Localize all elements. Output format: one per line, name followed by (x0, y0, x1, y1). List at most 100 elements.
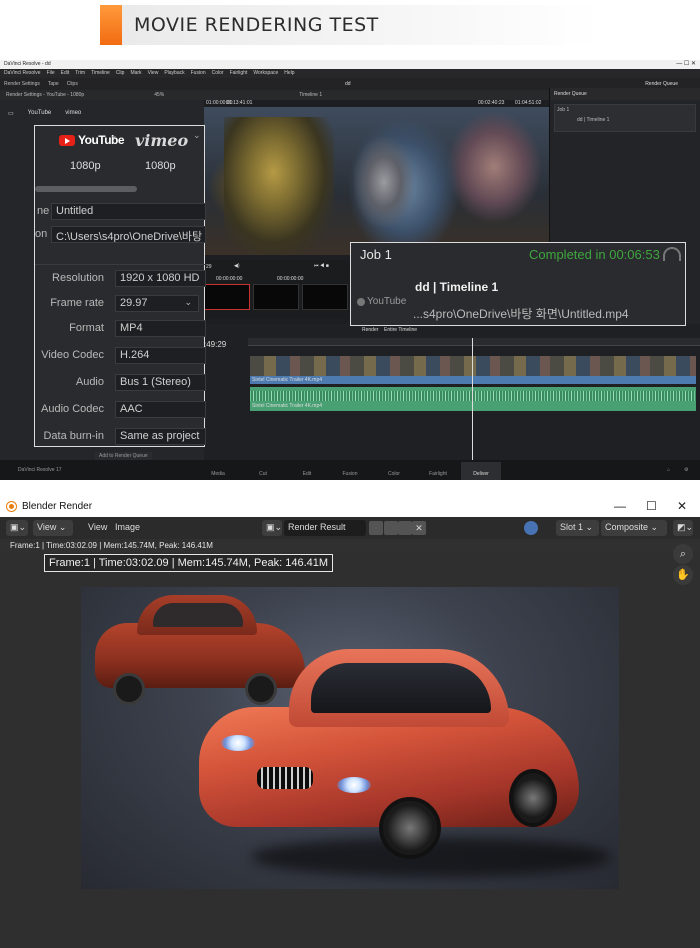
window-title: Blender Render (22, 501, 93, 512)
display-channels-icon[interactable] (524, 521, 538, 535)
chevron-down-icon[interactable]: ⌄ (193, 130, 201, 141)
transport-timecode: 29 (206, 264, 212, 270)
settings-icon[interactable]: ⚙ (684, 467, 688, 473)
data-burn-in-dropdown[interactable]: Same as project (115, 428, 206, 445)
clip-thumbnail[interactable] (253, 284, 299, 310)
volume-icon[interactable]: ◀) (234, 263, 240, 269)
menu-item[interactable]: Color (212, 70, 224, 77)
add-to-render-queue-button[interactable]: Add to Render Queue (95, 452, 152, 460)
timeline-dropdown[interactable]: Timeline 1 (299, 92, 322, 98)
image-menu[interactable]: Image (111, 520, 144, 536)
menu-item[interactable]: Workspace (253, 70, 278, 77)
preset-youtube[interactable]: YouTube (28, 110, 52, 117)
timeline-panel: Render Entire Timeline :49:29 Sintel Cin… (204, 324, 700, 460)
home-icon[interactable]: ⌂ (667, 467, 670, 473)
image-name-field[interactable]: Render Result (284, 520, 366, 536)
playback-controls[interactable]: ⏮ ◀ ■ (314, 263, 329, 269)
render-scope-dropdown[interactable]: Entire Timeline (384, 327, 417, 333)
headlight (337, 777, 371, 793)
video-clip-bar[interactable]: Sintel Cinematic Trailer 4K.mp4 (250, 376, 696, 384)
render-job-zoom[interactable]: Job 1 Completed in 00:06:53 dd | Timelin… (350, 242, 686, 326)
resolution-dropdown[interactable]: 1920 x 1080 HD (115, 270, 206, 287)
format-dropdown[interactable]: MP4 (115, 320, 206, 337)
editor-type-icon[interactable]: ▣⌄ (6, 520, 28, 536)
vimeo-preset[interactable]: vimeo (135, 131, 188, 150)
menu-item[interactable]: View (148, 70, 159, 77)
banner-title: MOVIE RENDERING TEST (134, 14, 379, 36)
menu-item[interactable]: Trim (75, 70, 85, 77)
video-codec-label: Video Codec (41, 349, 104, 361)
render-queue-button[interactable]: Render Queue (645, 81, 678, 87)
chevron-down-icon[interactable]: ⌄ (110, 130, 118, 141)
page-media[interactable]: Media (198, 471, 238, 477)
page-fusion[interactable]: Fusion (330, 471, 370, 477)
slot-dropdown[interactable]: Slot 1 ⌄ (556, 520, 599, 536)
location-input[interactable]: C:\Users\s4pro\OneDrive\바탕 (51, 226, 206, 243)
hand-pan-icon[interactable]: ✋ (673, 565, 693, 585)
menu-item[interactable]: DaVinci Resolve (4, 70, 41, 77)
menu-item[interactable]: File (47, 70, 55, 77)
preset-vimeo[interactable]: vimeo (65, 110, 81, 117)
audio-clip-bar[interactable]: Sintel Cinematic Trailer 4K.mp4 (250, 401, 696, 411)
upload-status-icon (663, 247, 681, 261)
page-deliver[interactable]: Deliver (461, 462, 501, 480)
menu-item[interactable]: Help (284, 70, 294, 77)
filename-input[interactable]: Untitled (51, 203, 206, 220)
youtube-resolution: 1080p (70, 160, 101, 172)
preset-custom[interactable]: ▭ (8, 110, 14, 117)
menu-item[interactable]: Playback (164, 70, 184, 77)
frame-rate-label: Frame rate (50, 297, 104, 309)
preset-scrollbar[interactable] (35, 186, 137, 192)
minimize-button[interactable]: — (614, 499, 626, 513)
menu-item[interactable]: Clip (116, 70, 125, 77)
blender-logo-icon (7, 502, 16, 511)
clip-thumbnail[interactable] (302, 284, 348, 310)
divider (35, 264, 206, 265)
menu-item[interactable]: Edit (61, 70, 70, 77)
unlink-icon[interactable]: ✕ (412, 521, 426, 535)
menu-item[interactable]: Fusion (191, 70, 206, 77)
audio-waveform[interactable] (250, 391, 696, 401)
render-label: Render (362, 327, 379, 333)
layer-dropdown[interactable]: Composite ⌄ (601, 520, 667, 536)
view-menu[interactable]: View (84, 520, 111, 536)
duplicate-icon[interactable] (384, 521, 398, 535)
timecode-current: 01:13:41:01 (226, 100, 253, 106)
menu-item[interactable]: Timeline (91, 70, 110, 77)
shield-icon[interactable] (369, 521, 383, 535)
zoom-dropdown[interactable]: 45% (154, 92, 164, 98)
page-fairlight[interactable]: Fairlight (418, 471, 458, 477)
tape-button[interactable]: Tape (48, 81, 59, 87)
render-job[interactable]: Job 1 dd | Timeline 1 (554, 104, 696, 132)
page-color[interactable]: Color (374, 471, 414, 477)
clips-button[interactable]: Clips (67, 81, 78, 87)
menu-item[interactable]: Fairlight (230, 70, 248, 77)
channels-icon[interactable]: ◩⌄ (673, 520, 693, 536)
viewer-figure (224, 117, 334, 255)
zoom-icon[interactable]: ⌕ (673, 544, 693, 564)
render-settings-button[interactable]: Render Settings (4, 81, 40, 87)
output-path: ...s4pro\OneDrive\바탕 화면\Untitled.mp4 (413, 307, 629, 321)
video-track[interactable] (250, 356, 696, 376)
page-edit[interactable]: Edit (287, 471, 327, 477)
job-name: dd | Timeline 1 (415, 280, 499, 294)
car-grille (257, 767, 313, 789)
playhead[interactable] (472, 338, 473, 460)
service-label: YouTube (367, 296, 407, 307)
maximize-button[interactable]: ☐ (646, 499, 657, 513)
window-controls[interactable]: — ☐ ✕ (676, 60, 696, 67)
frame-rate-dropdown[interactable]: 29.97 ⌄ (115, 295, 199, 312)
clip-thumbnail[interactable] (204, 284, 250, 310)
audio-dropdown[interactable]: Bus 1 (Stereo) (115, 374, 206, 391)
vimeo-resolution: 1080p (145, 160, 176, 172)
page-cut[interactable]: Cut (243, 471, 283, 477)
folder-icon[interactable] (398, 521, 412, 535)
audio-codec-dropdown[interactable]: AAC (115, 401, 206, 418)
video-codec-dropdown[interactable]: H.264 (115, 347, 206, 364)
menu-item[interactable]: Mark (130, 70, 141, 77)
job-name: dd | Timeline 1 (577, 117, 610, 123)
image-browse-icon[interactable]: ▣⌄ (262, 520, 282, 536)
view-mode-dropdown[interactable]: View ⌄ (33, 520, 73, 536)
timeline-ruler[interactable] (248, 338, 700, 346)
close-button[interactable]: ✕ (677, 499, 687, 513)
